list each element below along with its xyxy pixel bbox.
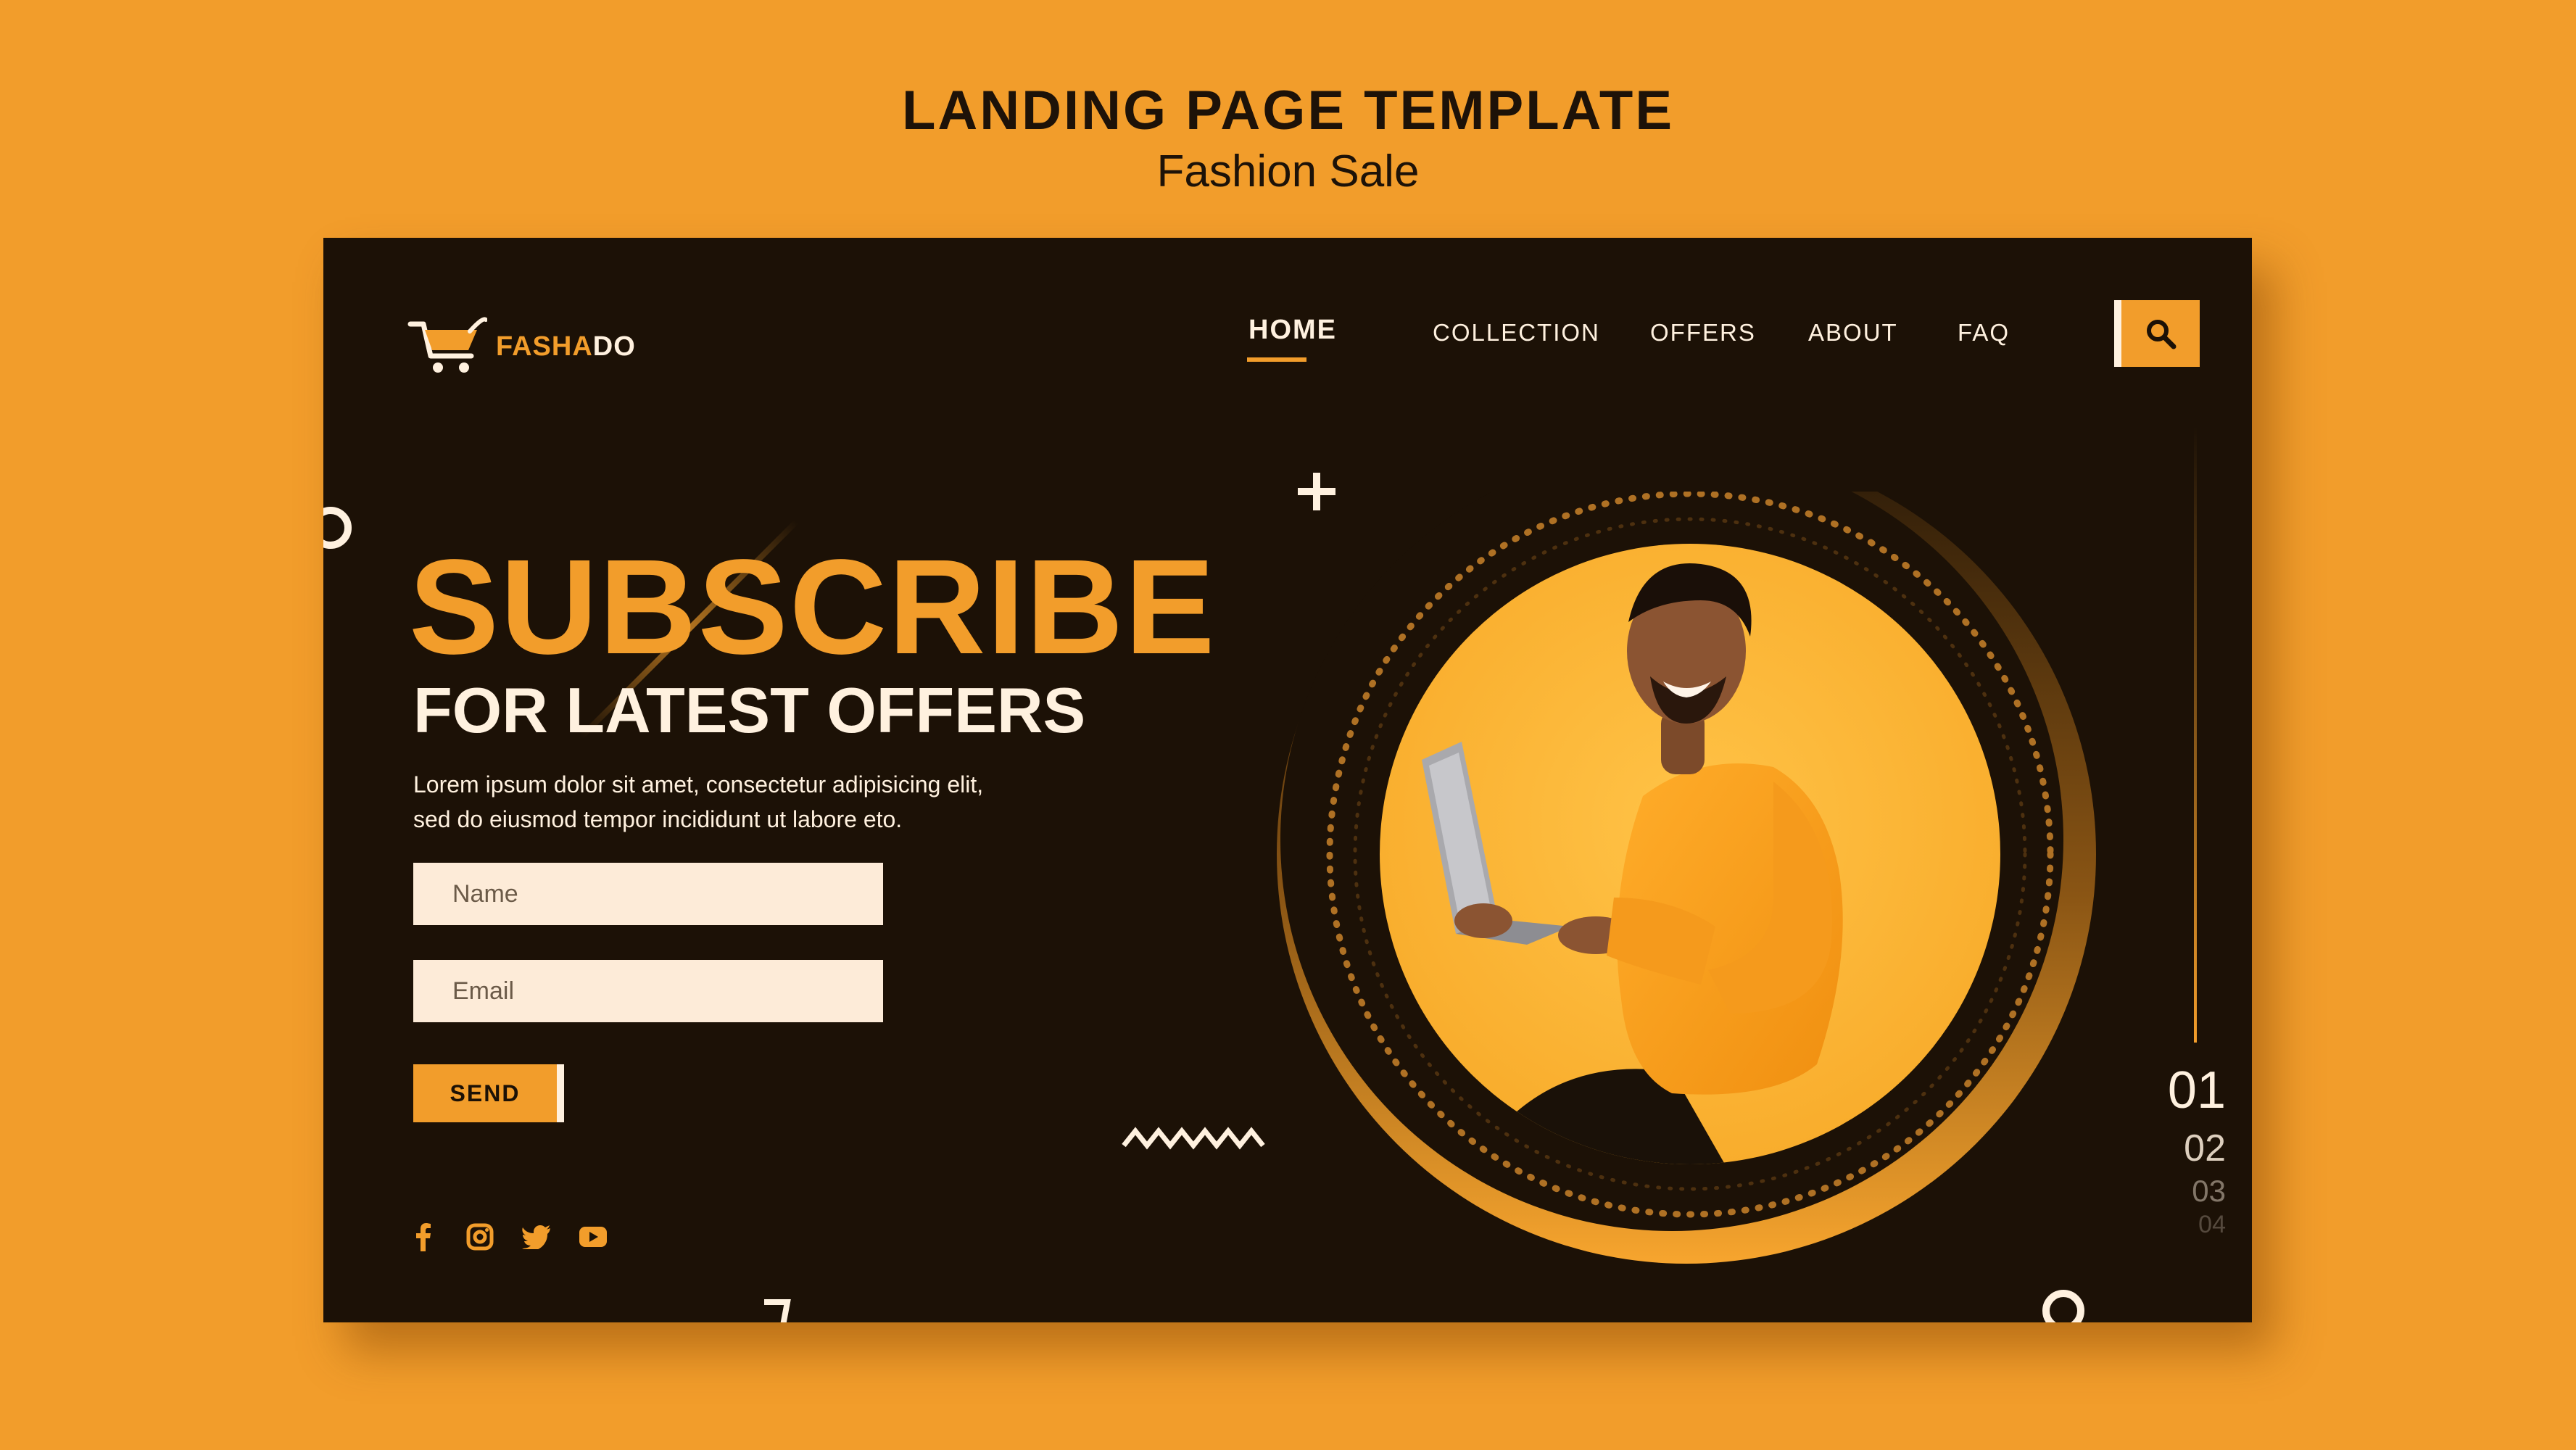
- search-icon: [2147, 320, 2177, 349]
- nav-item-offers[interactable]: OFFERS: [1650, 319, 1756, 347]
- hero-title: SUBSCRIBE: [409, 532, 1217, 682]
- nav-item-faq[interactable]: FAQ: [1958, 319, 2010, 347]
- send-button[interactable]: SEND: [413, 1064, 564, 1122]
- search-button[interactable]: [2114, 300, 2200, 367]
- slide-number-2[interactable]: 02: [2168, 1130, 2226, 1167]
- hero-description: Lorem ipsum dolor sit amet, consectetur …: [413, 767, 1051, 837]
- facebook-icon[interactable]: [409, 1222, 438, 1251]
- slide-number-3[interactable]: 03: [2168, 1176, 2226, 1206]
- hero-description-line1: Lorem ipsum dolor sit amet, consectetur …: [413, 771, 984, 798]
- hero-description-line2: sed do eiusmod tempor incididunt ut labo…: [413, 806, 903, 832]
- email-field[interactable]: [413, 960, 883, 1022]
- nav-item-home[interactable]: HOME: [1248, 315, 1337, 346]
- slide-indicator: 01 02 03 04: [2168, 1064, 2226, 1237]
- name-field[interactable]: [413, 863, 883, 925]
- slide-progress-bar: [2194, 426, 2197, 1043]
- hero-image-area: [1277, 492, 2096, 1264]
- nav-active-underline: [1247, 357, 1306, 362]
- ring-decoration: [323, 507, 352, 549]
- youtube-icon[interactable]: [579, 1222, 608, 1251]
- hero-subtitle: FOR LATEST OFFERS: [413, 674, 1086, 746]
- page-title: LANDING PAGE TEMPLATE: [901, 80, 1675, 141]
- nav-item-collection[interactable]: COLLECTION: [1433, 319, 1600, 347]
- instagram-icon[interactable]: [465, 1222, 494, 1251]
- page-heading: LANDING PAGE TEMPLATE Fashion Sale: [0, 78, 2576, 200]
- social-links: [409, 1222, 608, 1251]
- slide-number-4[interactable]: 04: [2168, 1212, 2226, 1237]
- slide-number-1[interactable]: 01: [2168, 1064, 2226, 1116]
- corner-decoration: [764, 1299, 791, 1322]
- twitter-icon[interactable]: [522, 1222, 551, 1251]
- nav-item-about[interactable]: ABOUT: [1808, 319, 1898, 347]
- main-nav: HOME COLLECTION OFFERS ABOUT FAQ: [323, 315, 2252, 362]
- zigzag-decoration: [1122, 1127, 1265, 1150]
- page-subtitle: Fashion Sale: [1156, 146, 1420, 196]
- landing-page-frame: FASHADO HOME COLLECTION OFFERS ABOUT FAQ…: [323, 238, 2252, 1322]
